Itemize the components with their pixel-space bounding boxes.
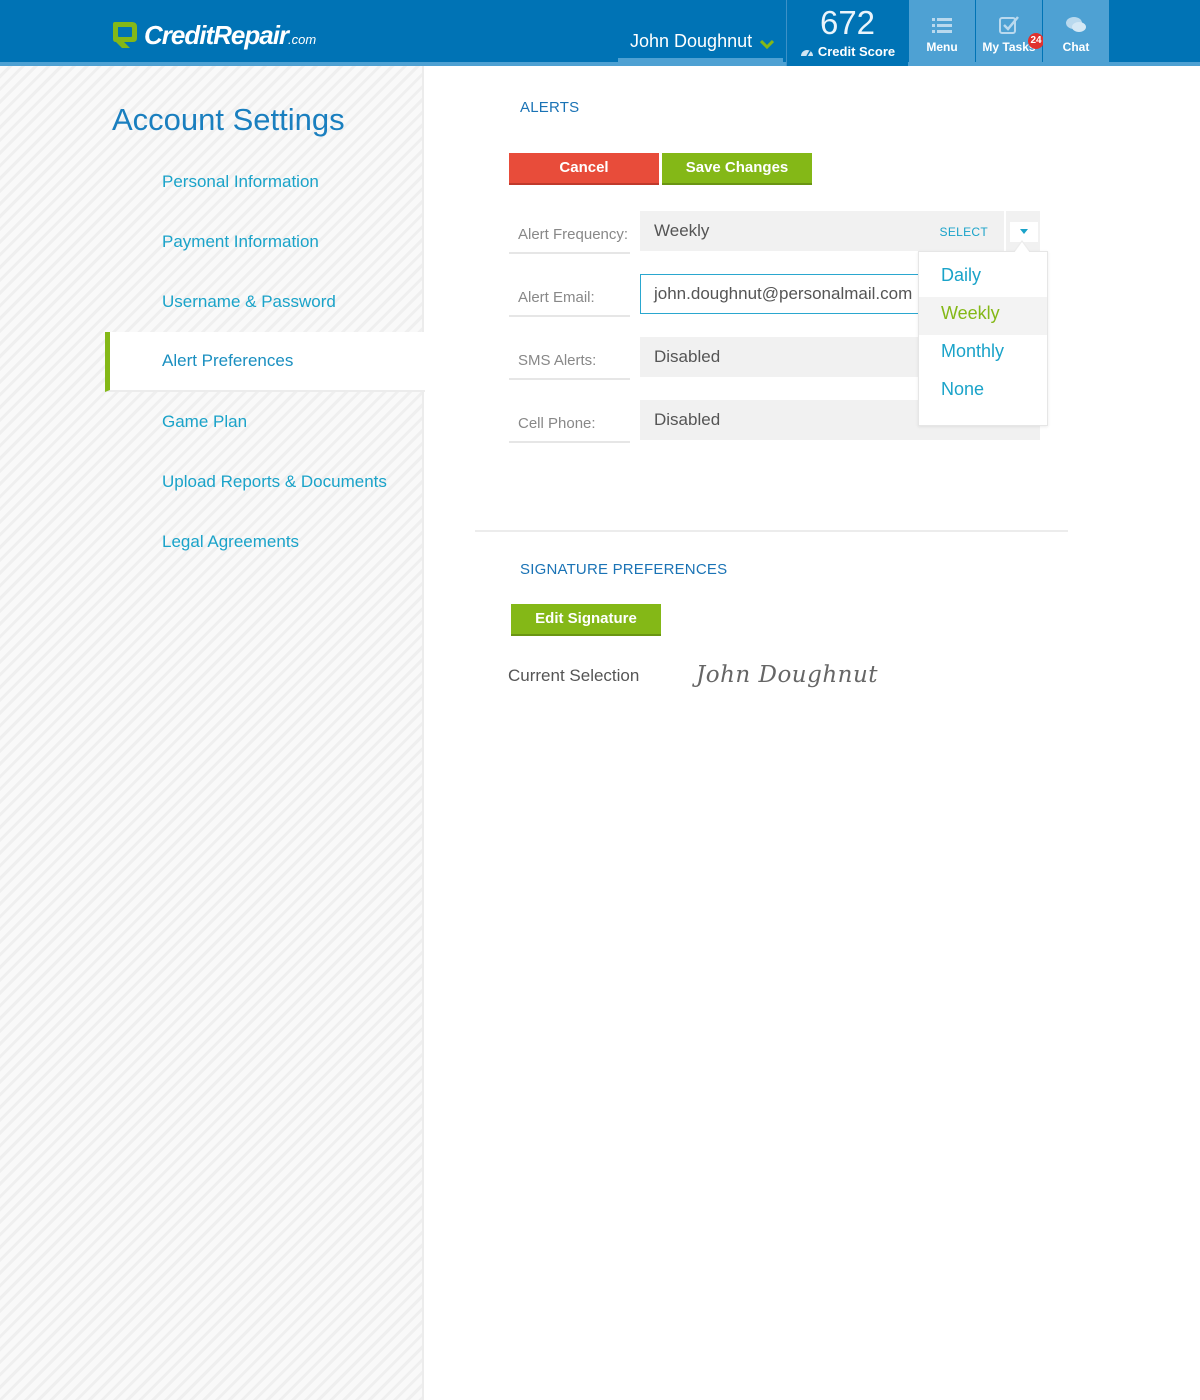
current-selection-label: Current Selection (508, 666, 640, 685)
sidebar-item-payment-information[interactable]: Payment Information (105, 212, 425, 272)
tasks-count-badge: 24 (1028, 33, 1044, 49)
dropdown-pointer-inner (1014, 242, 1030, 253)
credit-score-label: Credit Score (817, 44, 896, 59)
menu-label: Menu (926, 40, 958, 54)
credit-score-widget[interactable]: 672 Credit Score (786, 0, 908, 66)
caret-down-icon (1010, 222, 1038, 242)
user-account-dropdown[interactable]: John Doughnut (618, 0, 783, 62)
logo-text: CreditRepair.com (144, 19, 317, 50)
sidebar-item-alert-preferences[interactable]: Alert Preferences (105, 332, 425, 392)
sidebar-item-legal-agreements[interactable]: Legal Agreements (105, 512, 425, 572)
chat-bubbles-icon (1066, 17, 1086, 32)
credit-score-value: 672 (819, 4, 876, 41)
sidebar-item-username-password[interactable]: Username & Password (105, 272, 425, 332)
site-logo[interactable]: CreditRepair.com (110, 19, 316, 51)
sms-alerts-value: Disabled (654, 347, 721, 366)
settings-nav: Personal Information Payment Information… (105, 152, 425, 572)
signature-preferences-heading: Signature Preferences (520, 561, 728, 578)
my-tasks-button[interactable]: My Tasks 24 (976, 0, 1044, 66)
sms-alerts-label: SMS Alerts: (509, 338, 630, 380)
logo-mark-icon (113, 22, 137, 48)
sidebar-item-upload-reports[interactable]: Upload Reports & Documents (105, 452, 425, 512)
user-name: John Doughnut (630, 31, 753, 51)
alert-frequency-value: Weekly (654, 221, 710, 240)
gauge-icon (800, 50, 813, 57)
page-title: Account Settings (112, 102, 345, 137)
alert-frequency-label: Alert Frequency: (509, 212, 630, 254)
frequency-option-daily[interactable]: Daily (919, 259, 1047, 297)
cell-phone-value: Disabled (654, 410, 721, 429)
chat-button[interactable]: Chat (1043, 0, 1109, 66)
alerts-heading: Alerts (520, 99, 580, 116)
select-hint: SELECT (939, 225, 988, 239)
chat-label: Chat (1062, 40, 1090, 54)
sidebar-item-game-plan[interactable]: Game Plan (105, 392, 425, 452)
frequency-option-none[interactable]: None (919, 373, 1047, 411)
settings-sidebar: Account Settings Personal Information Pa… (0, 66, 425, 1400)
frequency-option-monthly[interactable]: Monthly (919, 335, 1047, 373)
sidebar-item-personal-information[interactable]: Personal Information (105, 152, 425, 212)
cell-phone-label: Cell Phone: (509, 401, 630, 443)
edit-signature-button[interactable]: Edit Signature (511, 604, 661, 636)
credit-score-label-row: Credit Score (787, 44, 908, 59)
save-changes-button[interactable]: Save Changes (662, 153, 812, 185)
alert-email-label: Alert Email: (509, 275, 630, 317)
chevron-down-icon (760, 39, 775, 49)
menu-button[interactable]: Menu (909, 0, 975, 66)
cancel-button[interactable]: Cancel (509, 153, 659, 185)
alert-email-value: john.doughnut@personalmail.com (654, 284, 913, 303)
frequency-option-weekly[interactable]: Weekly (919, 297, 1047, 335)
list-icon (932, 18, 952, 33)
signature-preview: John Doughnut (696, 662, 879, 688)
alert-frequency-select[interactable]: Weekly SELECT (640, 211, 1040, 251)
checkbox-icon (999, 16, 1019, 34)
section-divider (475, 530, 1068, 532)
alert-frequency-options: Daily Weekly Monthly None (918, 251, 1048, 426)
